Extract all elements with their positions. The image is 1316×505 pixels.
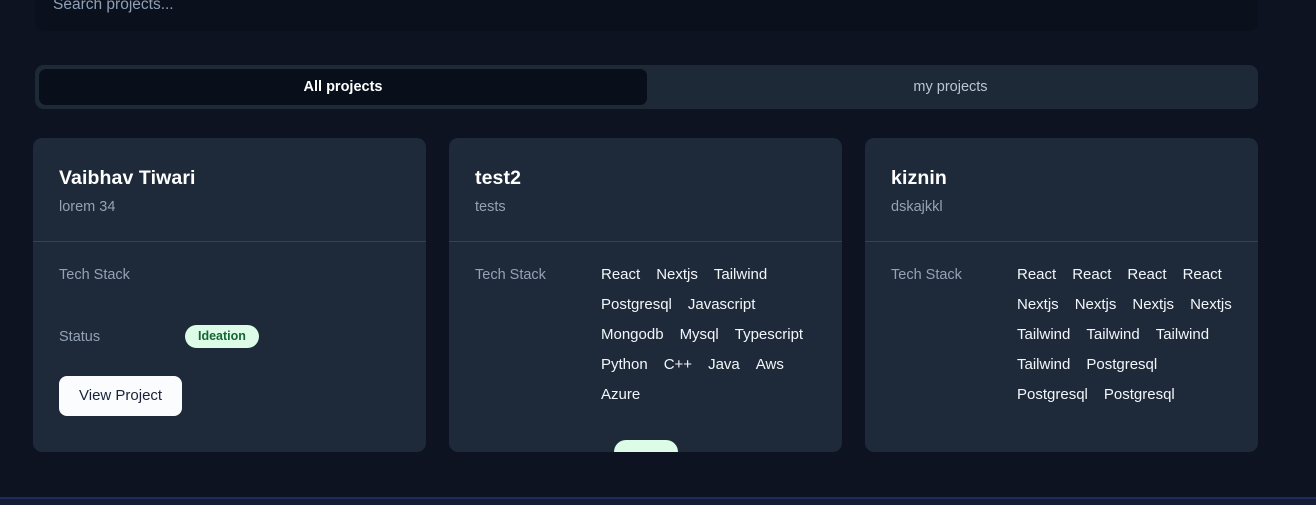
- tech-item: Tailwind: [1086, 326, 1140, 344]
- os-taskbar-edge: [0, 497, 1316, 505]
- tech-item: React: [1017, 266, 1057, 284]
- search-input[interactable]: [53, 0, 1240, 14]
- tech-item: Nextjs: [656, 266, 698, 284]
- tech-item: Mysql: [679, 326, 719, 344]
- tech-item: Python: [601, 356, 648, 374]
- tab-my-projects[interactable]: my projects: [647, 69, 1254, 105]
- project-subtitle: tests: [475, 199, 506, 216]
- tech-item: Nextjs: [1074, 296, 1117, 314]
- tech-item: Postgresql: [1086, 356, 1158, 374]
- search-bar[interactable]: [35, 0, 1258, 31]
- tech-stack-row: Tech Stack React Nextjs Tailwind Postgresql…: [475, 264, 816, 406]
- tech-item: React: [1127, 266, 1167, 284]
- tech-item: Nextjs: [1132, 296, 1175, 314]
- tech-item: Postgresql: [1103, 386, 1175, 404]
- project-card-body: Tech Stack Status Ideation View Project: [33, 242, 426, 452]
- tech-item: Aws: [755, 356, 784, 374]
- tech-stack-list: React React React React Nextjs Nextjs Nextjs Ne…: [1017, 264, 1232, 406]
- tech-item: Nextjs: [1017, 296, 1059, 314]
- tech-item: React: [1072, 266, 1112, 284]
- tech-stack-label: Tech Stack: [59, 267, 130, 284]
- project-subtitle: dskajkkl: [891, 199, 943, 216]
- status-label: Status: [59, 328, 101, 345]
- tech-item: React: [601, 266, 641, 284]
- status-row: Status Ideation: [59, 325, 400, 348]
- tech-item: Postgresql: [1017, 386, 1088, 404]
- tech-item: Postgresql: [601, 296, 672, 314]
- tech-item: Typescript: [734, 326, 804, 344]
- project-title: kiznin: [891, 167, 947, 189]
- projects-grid: Vaibhav Tiwari lorem 34 Tech Stack Statu…: [33, 138, 1260, 453]
- tech-item: Nextjs: [1190, 296, 1232, 314]
- tech-stack-list: React Nextjs Tailwind Postgresql Javascript M…: [601, 264, 816, 406]
- project-card-header: Vaibhav Tiwari lorem 34: [33, 138, 426, 241]
- project-filter-tabs: All projects my projects: [35, 65, 1258, 109]
- status-badge: Ideation: [185, 325, 259, 348]
- project-card-body: Tech Stack React React React React Nextjs Nex…: [865, 242, 1258, 452]
- view-project-button[interactable]: View Project: [59, 375, 183, 416]
- tech-item: Tailwind: [1017, 356, 1071, 374]
- tech-item: React: [1182, 266, 1222, 284]
- tech-item: Tailwind: [1155, 326, 1210, 344]
- project-title: Vaibhav Tiwari: [59, 167, 196, 189]
- tech-item: C++: [663, 356, 693, 374]
- status-badge-clipped: [475, 440, 816, 453]
- tech-item: Tailwind: [713, 266, 768, 284]
- tech-item: Mongodb: [601, 326, 664, 344]
- tech-stack-label: Tech Stack: [891, 267, 962, 284]
- project-card[interactable]: test2 tests Tech Stack React Nextjs Tailwi…: [449, 138, 842, 453]
- tech-item: Tailwind: [1017, 326, 1071, 344]
- project-subtitle: lorem 34: [59, 199, 116, 216]
- project-card-header: test2 tests: [449, 138, 842, 241]
- project-card[interactable]: Vaibhav Tiwari lorem 34 Tech Stack Statu…: [33, 138, 426, 453]
- tech-stack-row: Tech Stack React React React React Nextjs Nex…: [891, 264, 1232, 406]
- tab-all-projects[interactable]: All projects: [39, 69, 647, 105]
- tech-item: Azure: [601, 386, 641, 404]
- project-card[interactable]: kiznin dskajkkl Tech Stack React React Rea…: [865, 138, 1258, 453]
- tech-item: Java: [708, 356, 740, 374]
- tech-item: Javascript: [687, 296, 756, 314]
- project-card-header: kiznin dskajkkl: [865, 138, 1258, 241]
- status-badge-top-edge: [613, 440, 678, 453]
- project-title: test2: [475, 167, 522, 189]
- tech-stack-row: Tech Stack: [59, 264, 400, 285]
- project-card-body: Tech Stack React Nextjs Tailwind Postgresql…: [449, 242, 842, 453]
- tech-stack-label: Tech Stack: [475, 267, 546, 284]
- projects-page: All projects my projects Vaibhav Tiwari …: [0, 0, 1316, 505]
